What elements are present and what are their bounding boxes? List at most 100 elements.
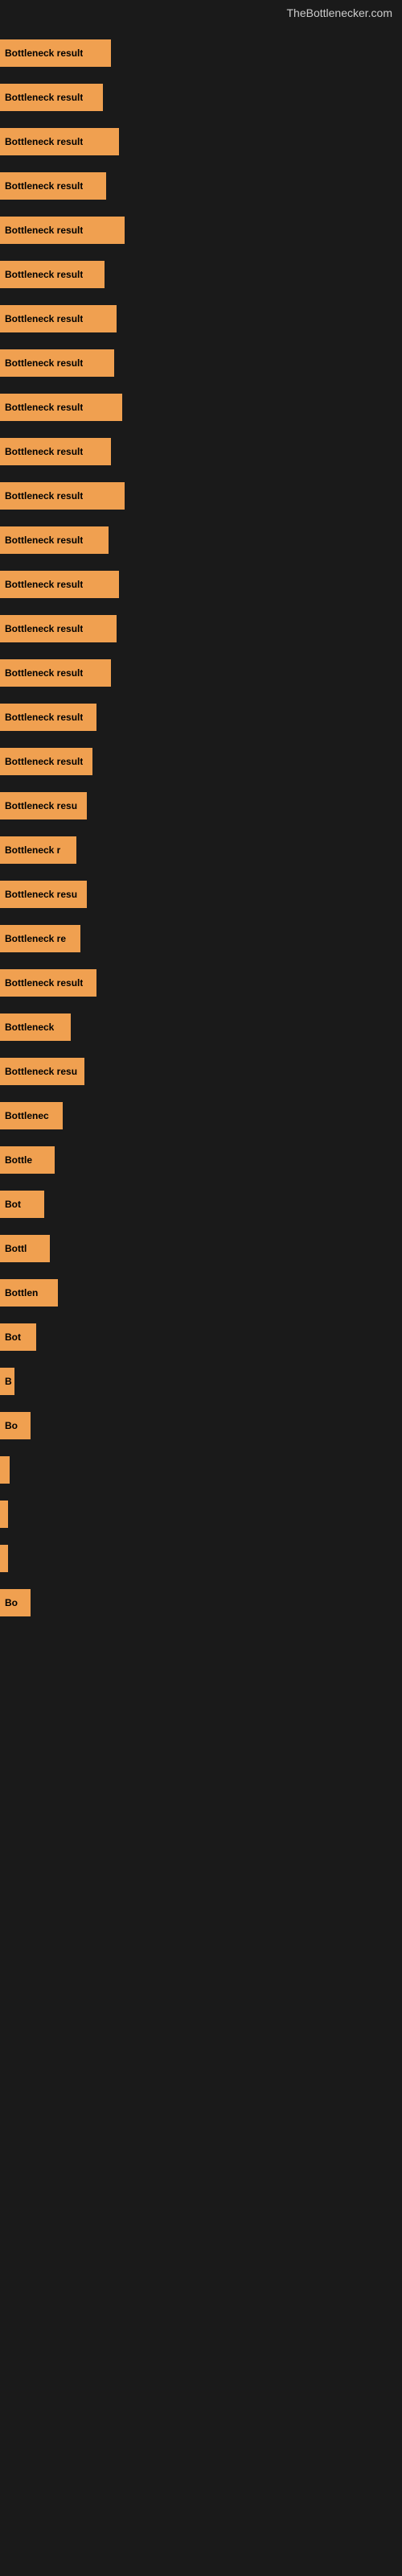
bottleneck-bar: Bottleneck result bbox=[0, 305, 117, 332]
bar-label: Bottleneck result bbox=[5, 756, 83, 767]
bottleneck-bar: Bottleneck result bbox=[0, 438, 111, 465]
bar-row: Bot bbox=[0, 1315, 402, 1359]
bar-label: B bbox=[5, 1376, 12, 1387]
bar-row: Bottleneck result bbox=[0, 163, 402, 208]
bar-row: Bot bbox=[0, 1182, 402, 1226]
bottleneck-bar: Bottleneck result bbox=[0, 217, 125, 244]
bar-label: Bottleneck result bbox=[5, 667, 83, 679]
bar-label: Bottleneck result bbox=[5, 269, 83, 280]
bar-row: Bottle bbox=[0, 1137, 402, 1182]
bottleneck-bar: Bottleneck resu bbox=[0, 881, 87, 908]
bar-row: Bottleneck result bbox=[0, 473, 402, 518]
bar-label: Bottleneck result bbox=[5, 47, 83, 59]
bar-label: Bot bbox=[5, 1199, 21, 1210]
bar-row bbox=[0, 1536, 402, 1580]
bar-row: Bottleneck resu bbox=[0, 1049, 402, 1093]
bottleneck-bar: Bottleneck result bbox=[0, 84, 103, 111]
bar-label: Bottleneck result bbox=[5, 579, 83, 590]
bar-row: Bottleneck result bbox=[0, 960, 402, 1005]
bar-row: Bottleneck result bbox=[0, 341, 402, 385]
bar-label: Bot bbox=[5, 1331, 21, 1343]
header: TheBottlenecker.com bbox=[0, 0, 402, 23]
bar-label: Bottleneck result bbox=[5, 357, 83, 369]
bottleneck-bar: Bottleneck result bbox=[0, 526, 109, 554]
bar-label: Bottleneck result bbox=[5, 535, 83, 546]
bars-container: Bottleneck result Bottleneck result Bottle… bbox=[0, 23, 402, 1633]
bar-row: Bottleneck result bbox=[0, 31, 402, 75]
bar-label: Bottleneck result bbox=[5, 712, 83, 723]
bottleneck-bar: Bottleneck result bbox=[0, 261, 105, 288]
bar-row: Bottleneck result bbox=[0, 429, 402, 473]
bottleneck-bar: Bottl bbox=[0, 1235, 50, 1262]
bar-row: Bottleneck result bbox=[0, 296, 402, 341]
bottleneck-bar: Bo bbox=[0, 1412, 31, 1439]
bottleneck-bar: Bottleneck result bbox=[0, 482, 125, 510]
bar-row: Bottlenec bbox=[0, 1093, 402, 1137]
bar-label: Bottleneck result bbox=[5, 977, 83, 989]
bar-label: Bottleneck result bbox=[5, 92, 83, 103]
bar-row: Bottleneck result bbox=[0, 695, 402, 739]
bar-label: Bottlenec bbox=[5, 1110, 49, 1121]
bottleneck-bar: Bottleneck result bbox=[0, 704, 96, 731]
bar-row: Bottleneck re bbox=[0, 916, 402, 960]
bottleneck-bar: Bottleneck result bbox=[0, 128, 119, 155]
bar-label: Bottleneck result bbox=[5, 402, 83, 413]
bar-row: Bottleneck result bbox=[0, 75, 402, 119]
bottleneck-bar: Bottleneck bbox=[0, 1013, 71, 1041]
bottleneck-bar: Bottleneck result bbox=[0, 172, 106, 200]
bar-row: Bottleneck result bbox=[0, 562, 402, 606]
bar-label: Bottleneck resu bbox=[5, 1066, 77, 1077]
bottleneck-bar: Bottleneck result bbox=[0, 659, 111, 687]
bar-label: Bottlen bbox=[5, 1287, 38, 1298]
bottleneck-bar: Bottleneck result bbox=[0, 571, 119, 598]
bottleneck-bar: Bottle bbox=[0, 1146, 55, 1174]
bottleneck-bar: Bottleneck result bbox=[0, 969, 96, 997]
bar-row: Bo bbox=[0, 1580, 402, 1624]
bottleneck-bar: Bottleneck r bbox=[0, 836, 76, 864]
bar-row: Bottleneck result bbox=[0, 252, 402, 296]
bar-row: Bottleneck bbox=[0, 1005, 402, 1049]
bar-label: Bo bbox=[5, 1420, 18, 1431]
bottleneck-bar: Bottleneck result bbox=[0, 748, 92, 775]
bar-row: Bo bbox=[0, 1403, 402, 1447]
bar-label: Bottleneck re bbox=[5, 933, 66, 944]
bottleneck-bar: Bottleneck resu bbox=[0, 1058, 84, 1085]
bottleneck-bar bbox=[0, 1501, 8, 1528]
bar-row: Bottleneck result bbox=[0, 385, 402, 429]
bar-label: Bottleneck result bbox=[5, 136, 83, 147]
bar-row: Bottl bbox=[0, 1226, 402, 1270]
bottleneck-bar: Bottleneck re bbox=[0, 925, 80, 952]
bottleneck-bar: Bot bbox=[0, 1191, 44, 1218]
bottleneck-bar: Bottlen bbox=[0, 1279, 58, 1307]
bar-label: Bo bbox=[5, 1597, 18, 1608]
bar-label: Bottleneck result bbox=[5, 225, 83, 236]
bar-label: Bottleneck result bbox=[5, 446, 83, 457]
site-title: TheBottlenecker.com bbox=[0, 0, 402, 23]
bar-label: Bottleneck result bbox=[5, 623, 83, 634]
bar-label: Bottleneck resu bbox=[5, 800, 77, 811]
bar-row: Bottleneck result bbox=[0, 650, 402, 695]
bar-row: Bottleneck result bbox=[0, 119, 402, 163]
bottleneck-bar bbox=[0, 1545, 8, 1572]
bar-label: Bottle bbox=[5, 1154, 32, 1166]
bar-row: Bottleneck resu bbox=[0, 872, 402, 916]
bar-row bbox=[0, 1492, 402, 1536]
bar-label: Bottleneck resu bbox=[5, 889, 77, 900]
bottleneck-bar: Bottleneck result bbox=[0, 615, 117, 642]
bar-row: Bottleneck resu bbox=[0, 783, 402, 828]
bar-row: Bottlen bbox=[0, 1270, 402, 1315]
bar-label: Bottl bbox=[5, 1243, 27, 1254]
bar-label: Bottleneck result bbox=[5, 313, 83, 324]
bar-label: Bottleneck result bbox=[5, 180, 83, 192]
bottleneck-bar: Bottleneck result bbox=[0, 39, 111, 67]
bottleneck-bar: Bottlenec bbox=[0, 1102, 63, 1129]
bar-row: B bbox=[0, 1359, 402, 1403]
bottleneck-bar: Bottleneck result bbox=[0, 349, 114, 377]
bar-row bbox=[0, 1447, 402, 1492]
bottleneck-bar: Bo bbox=[0, 1589, 31, 1616]
bar-row: Bottleneck r bbox=[0, 828, 402, 872]
bar-row: Bottleneck result bbox=[0, 208, 402, 252]
bar-label: Bottleneck result bbox=[5, 490, 83, 502]
bottleneck-bar: Bot bbox=[0, 1323, 36, 1351]
bar-label: Bottleneck bbox=[5, 1022, 54, 1033]
